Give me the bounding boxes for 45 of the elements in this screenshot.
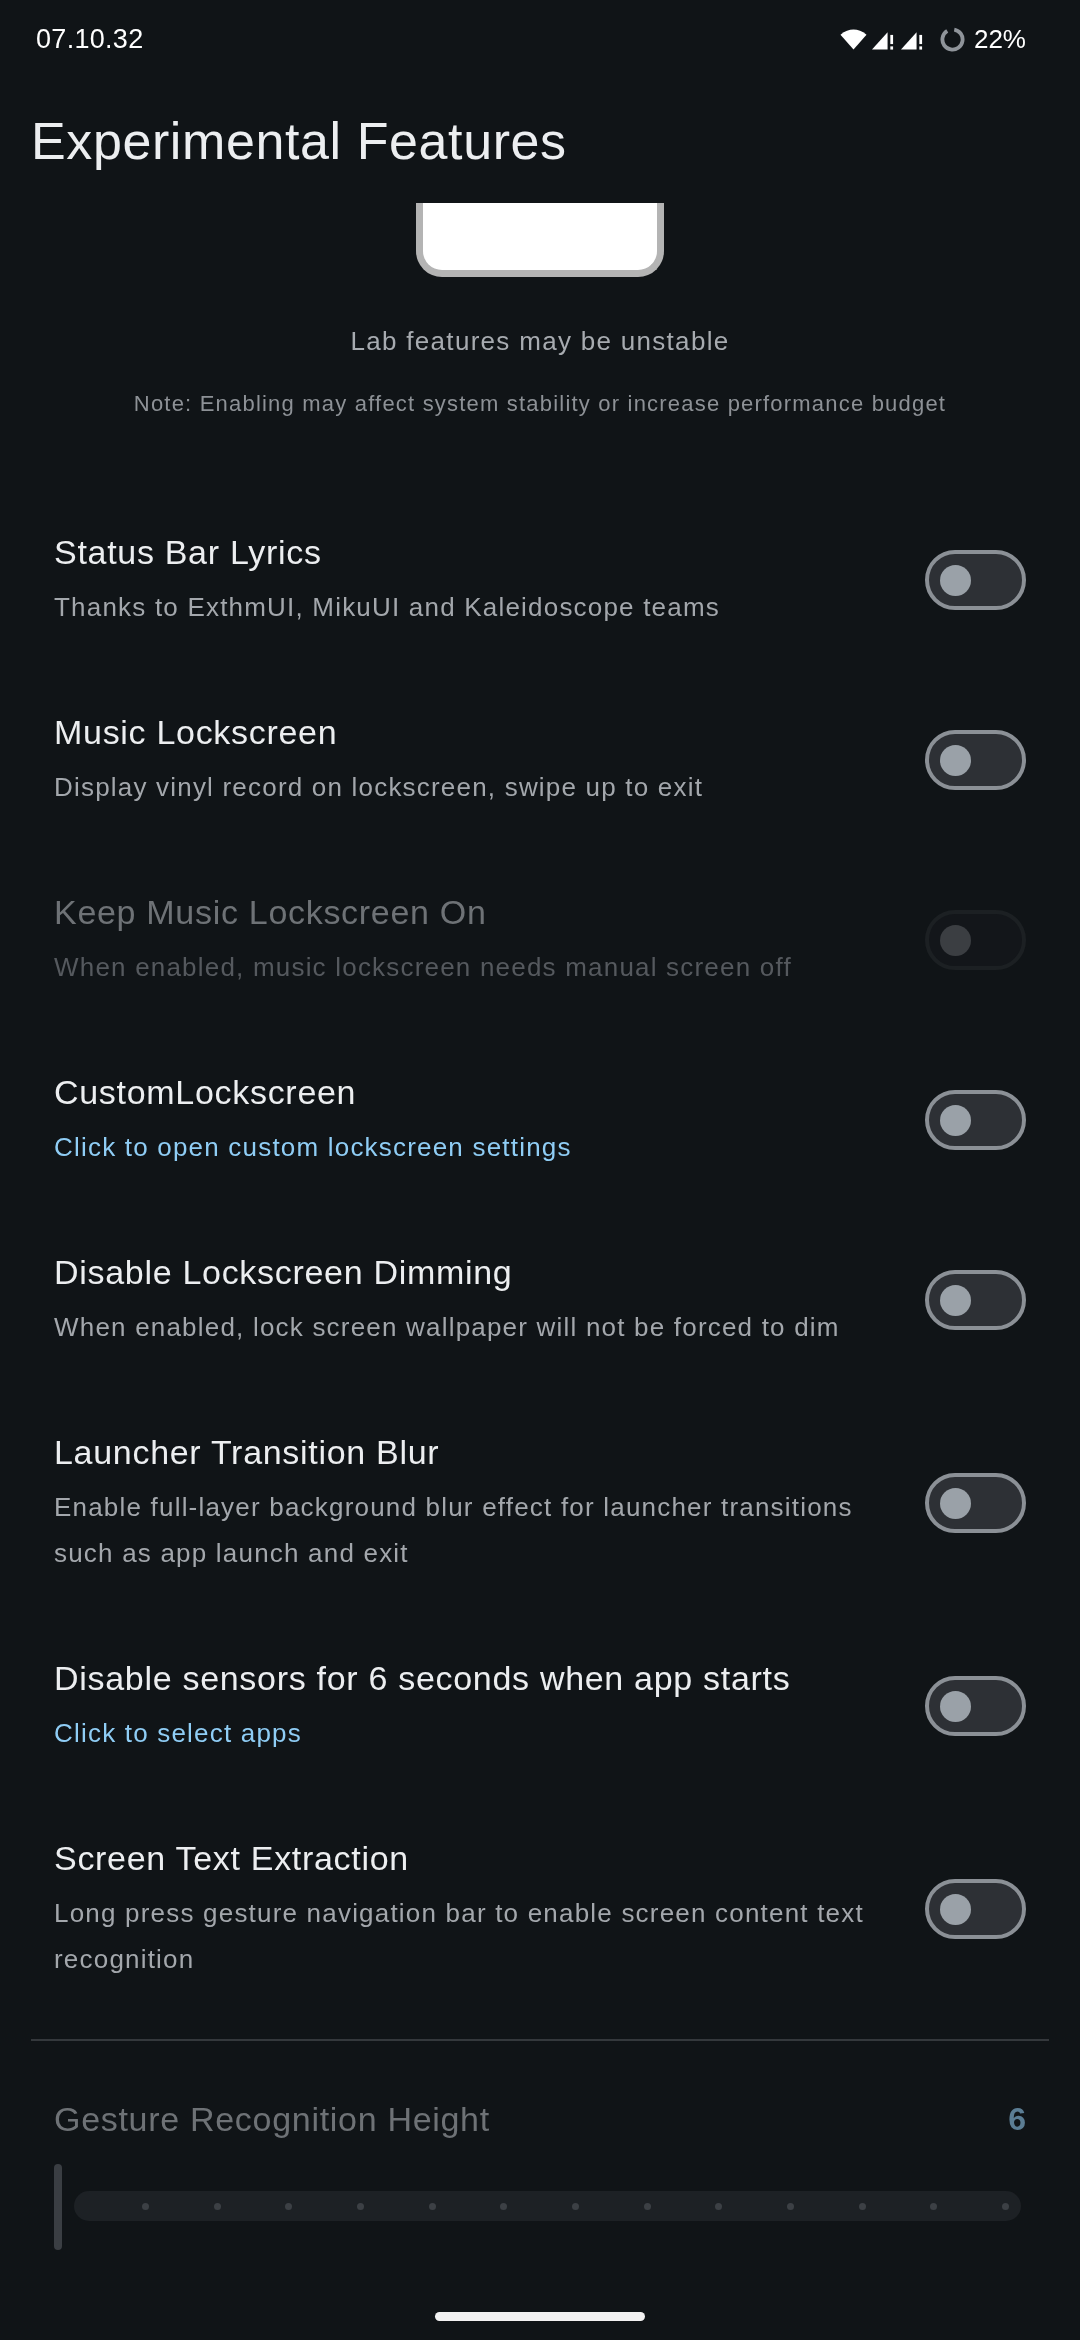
setting-description: Thanks to ExthmUI, MikuUI and Kaleidoscope teams: [54, 591, 721, 624]
setting-description: Display vinyl record on lockscreen, swipe up to exit: [54, 771, 705, 804]
tick-dot-icon: [142, 2202, 149, 2210]
toggle-switch[interactable]: [925, 1270, 1026, 1330]
toggle-switch[interactable]: [925, 550, 1026, 610]
tick-dot-icon: [715, 2202, 723, 2210]
toggle-switch[interactable]: [925, 1676, 1026, 1736]
settings-link[interactable]: Click to select apps: [54, 1710, 302, 1756]
battery-percent: 22%: [973, 23, 1026, 55]
setting-title: Launcher Transition Blur: [54, 1432, 441, 1473]
intro-note: Note: Enabling may affect system stability or increase performance budget: [133, 390, 947, 418]
toggle-switch[interactable]: [925, 1879, 1026, 1939]
status-time: 07.10.32: [36, 23, 144, 55]
tick-dot-icon: [1001, 2202, 1009, 2210]
toggle-switch[interactable]: [925, 1090, 1026, 1150]
slider-value: 6: [1008, 2100, 1026, 2138]
toggle-switch[interactable]: [925, 1473, 1026, 1533]
setting-title: CustomLockscreen: [54, 1072, 358, 1113]
setting-description: When enabled, music lockscreen needs manual screen off: [54, 951, 793, 984]
tick-dot-icon: [356, 2202, 364, 2210]
tick-dot-icon: [786, 2202, 794, 2210]
setting-title: Disable sensors for 6 seconds when app starts: [54, 1658, 792, 1699]
setting-description: When enabled, lock screen wallpaper will not be forced to dim: [54, 1311, 841, 1344]
setting-title: Keep Music Lockscreen On: [54, 892, 488, 933]
tick-dot-icon: [428, 2202, 436, 2210]
tick-dot-icon: [285, 2202, 293, 2210]
tick-dot-icon: [930, 2202, 938, 2210]
setting-description: Long press gesture navigation bar to enable screen content text recognition: [54, 1897, 865, 1976]
setting-title: Music Lockscreen: [54, 712, 339, 753]
setting-title: Disable Lockscreen Dimming: [54, 1252, 514, 1293]
tick-dot-icon: [213, 2202, 221, 2210]
tick-dot-icon: [643, 2202, 651, 2210]
intro-caption: Lab features may be unstable: [350, 325, 730, 358]
wifi-icon: [839, 28, 867, 50]
battery-ring-icon: [939, 26, 965, 52]
tick-dot-icon: [500, 2202, 508, 2210]
tick-dot-icon: [858, 2202, 866, 2210]
setting-title: Status Bar Lyrics: [54, 532, 323, 573]
settings-link[interactable]: Click to open custom lockscreen settings: [54, 1124, 572, 1170]
tick-dot-icon: [571, 2202, 579, 2210]
slider-title: Gesture Recognition Height: [54, 2099, 490, 2139]
setting-title: Screen Text Extraction: [54, 1838, 410, 1879]
setting-description: Enable full-layer background blur effect for launcher transitions such as app launch and exit: [54, 1491, 854, 1570]
page-title: Experimental Features: [31, 110, 567, 171]
toggle-switch[interactable]: [925, 730, 1026, 790]
